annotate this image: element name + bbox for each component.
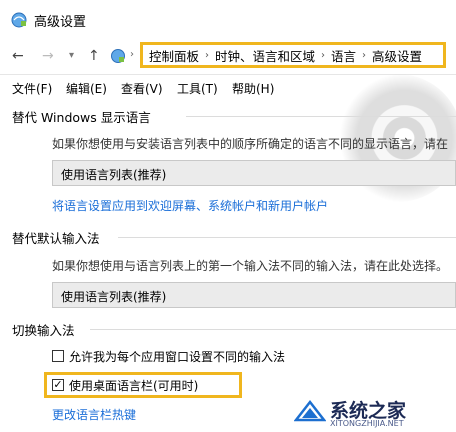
menu-view[interactable]: 查看(V) <box>121 80 163 97</box>
recent-locations-chevron-icon[interactable]: ▾ <box>69 50 74 61</box>
breadcrumb-separator-icon[interactable]: › <box>362 50 366 61</box>
menu-file[interactable]: 文件(F) <box>12 80 52 97</box>
breadcrumb-separator-icon[interactable]: › <box>321 50 325 61</box>
display-language-dropdown[interactable]: 使用语言列表(推荐) <box>52 160 456 186</box>
section-title-display-language: 替代 Windows 显示语言 <box>12 110 151 125</box>
breadcrumb-item[interactable]: 时钟、语言和区域 <box>215 46 315 65</box>
per-app-input-option[interactable]: 允许我为每个应用窗口设置不同的输入法 <box>52 347 285 365</box>
default-input-dropdown[interactable]: 使用语言列表(推荐) <box>52 282 456 308</box>
default-input-description: 如果你想使用与语言列表上的第一个输入法不同的输入法，请在此处选择。 <box>52 259 449 273</box>
change-language-bar-hotkeys-link[interactable]: 更改语言栏热键 <box>52 406 136 423</box>
section-title-switch-input: 切换输入法 <box>12 323 75 338</box>
breadcrumb: 控制面板 › 时钟、语言和区域 › 语言 › 高级设置 <box>140 42 446 68</box>
display-language-description: 如果你想使用与安装语言列表中的顺序所确定的语言不同的显示语言，请在 <box>52 137 449 151</box>
forward-arrow-icon[interactable]: → <box>42 48 54 64</box>
section-title-default-input: 替代默认输入法 <box>12 231 100 246</box>
menu-tools[interactable]: 工具(T) <box>177 80 218 97</box>
menu-edit[interactable]: 编辑(E) <box>66 80 107 97</box>
menu-help[interactable]: 帮助(H) <box>232 80 274 97</box>
per-app-input-label: 允许我为每个应用窗口设置不同的输入法 <box>69 349 286 364</box>
title-bar: 高级设置 <box>0 0 456 39</box>
control-panel-icon <box>11 12 27 28</box>
section-divider <box>90 329 456 330</box>
watermark-logo <box>294 399 326 422</box>
per-app-input-checkbox[interactable] <box>52 350 64 362</box>
section-divider <box>118 237 456 238</box>
breadcrumb-item[interactable]: 高级设置 <box>372 46 422 65</box>
back-arrow-icon[interactable]: ← <box>12 48 24 64</box>
address-bar: ← → ▾ ↑ › 控制面板 › 时钟、语言和区域 › 语言 › 高级设置 <box>0 38 456 74</box>
watermark-subtext: XITONGZHIJIA.NET <box>330 419 404 428</box>
desktop-language-bar-label: 使用桌面语言栏(可用时) <box>69 378 199 393</box>
address-separator-icon[interactable]: › <box>130 49 134 60</box>
apply-language-settings-link[interactable]: 将语言设置应用到欢迎屏幕、系统帐户和新用户帐户 <box>52 197 328 214</box>
breadcrumb-item[interactable]: 控制面板 <box>149 46 199 65</box>
desktop-language-bar-checkbox[interactable]: ✓ <box>52 379 64 391</box>
control-panel-small-icon <box>111 49 125 63</box>
breadcrumb-separator-icon[interactable]: › <box>205 50 209 61</box>
up-arrow-icon[interactable]: ↑ <box>88 48 100 64</box>
window-title: 高级设置 <box>34 15 87 30</box>
menu-bar: 文件(F) 编辑(E) 查看(V) 工具(T) 帮助(H) <box>0 74 456 99</box>
section-divider <box>186 116 456 117</box>
breadcrumb-item[interactable]: 语言 <box>331 46 356 65</box>
watermark: 系统之家 XITONGZHIJIA.NET <box>290 392 456 432</box>
desktop-language-bar-option[interactable]: ✓ 使用桌面语言栏(可用时) <box>52 376 198 394</box>
